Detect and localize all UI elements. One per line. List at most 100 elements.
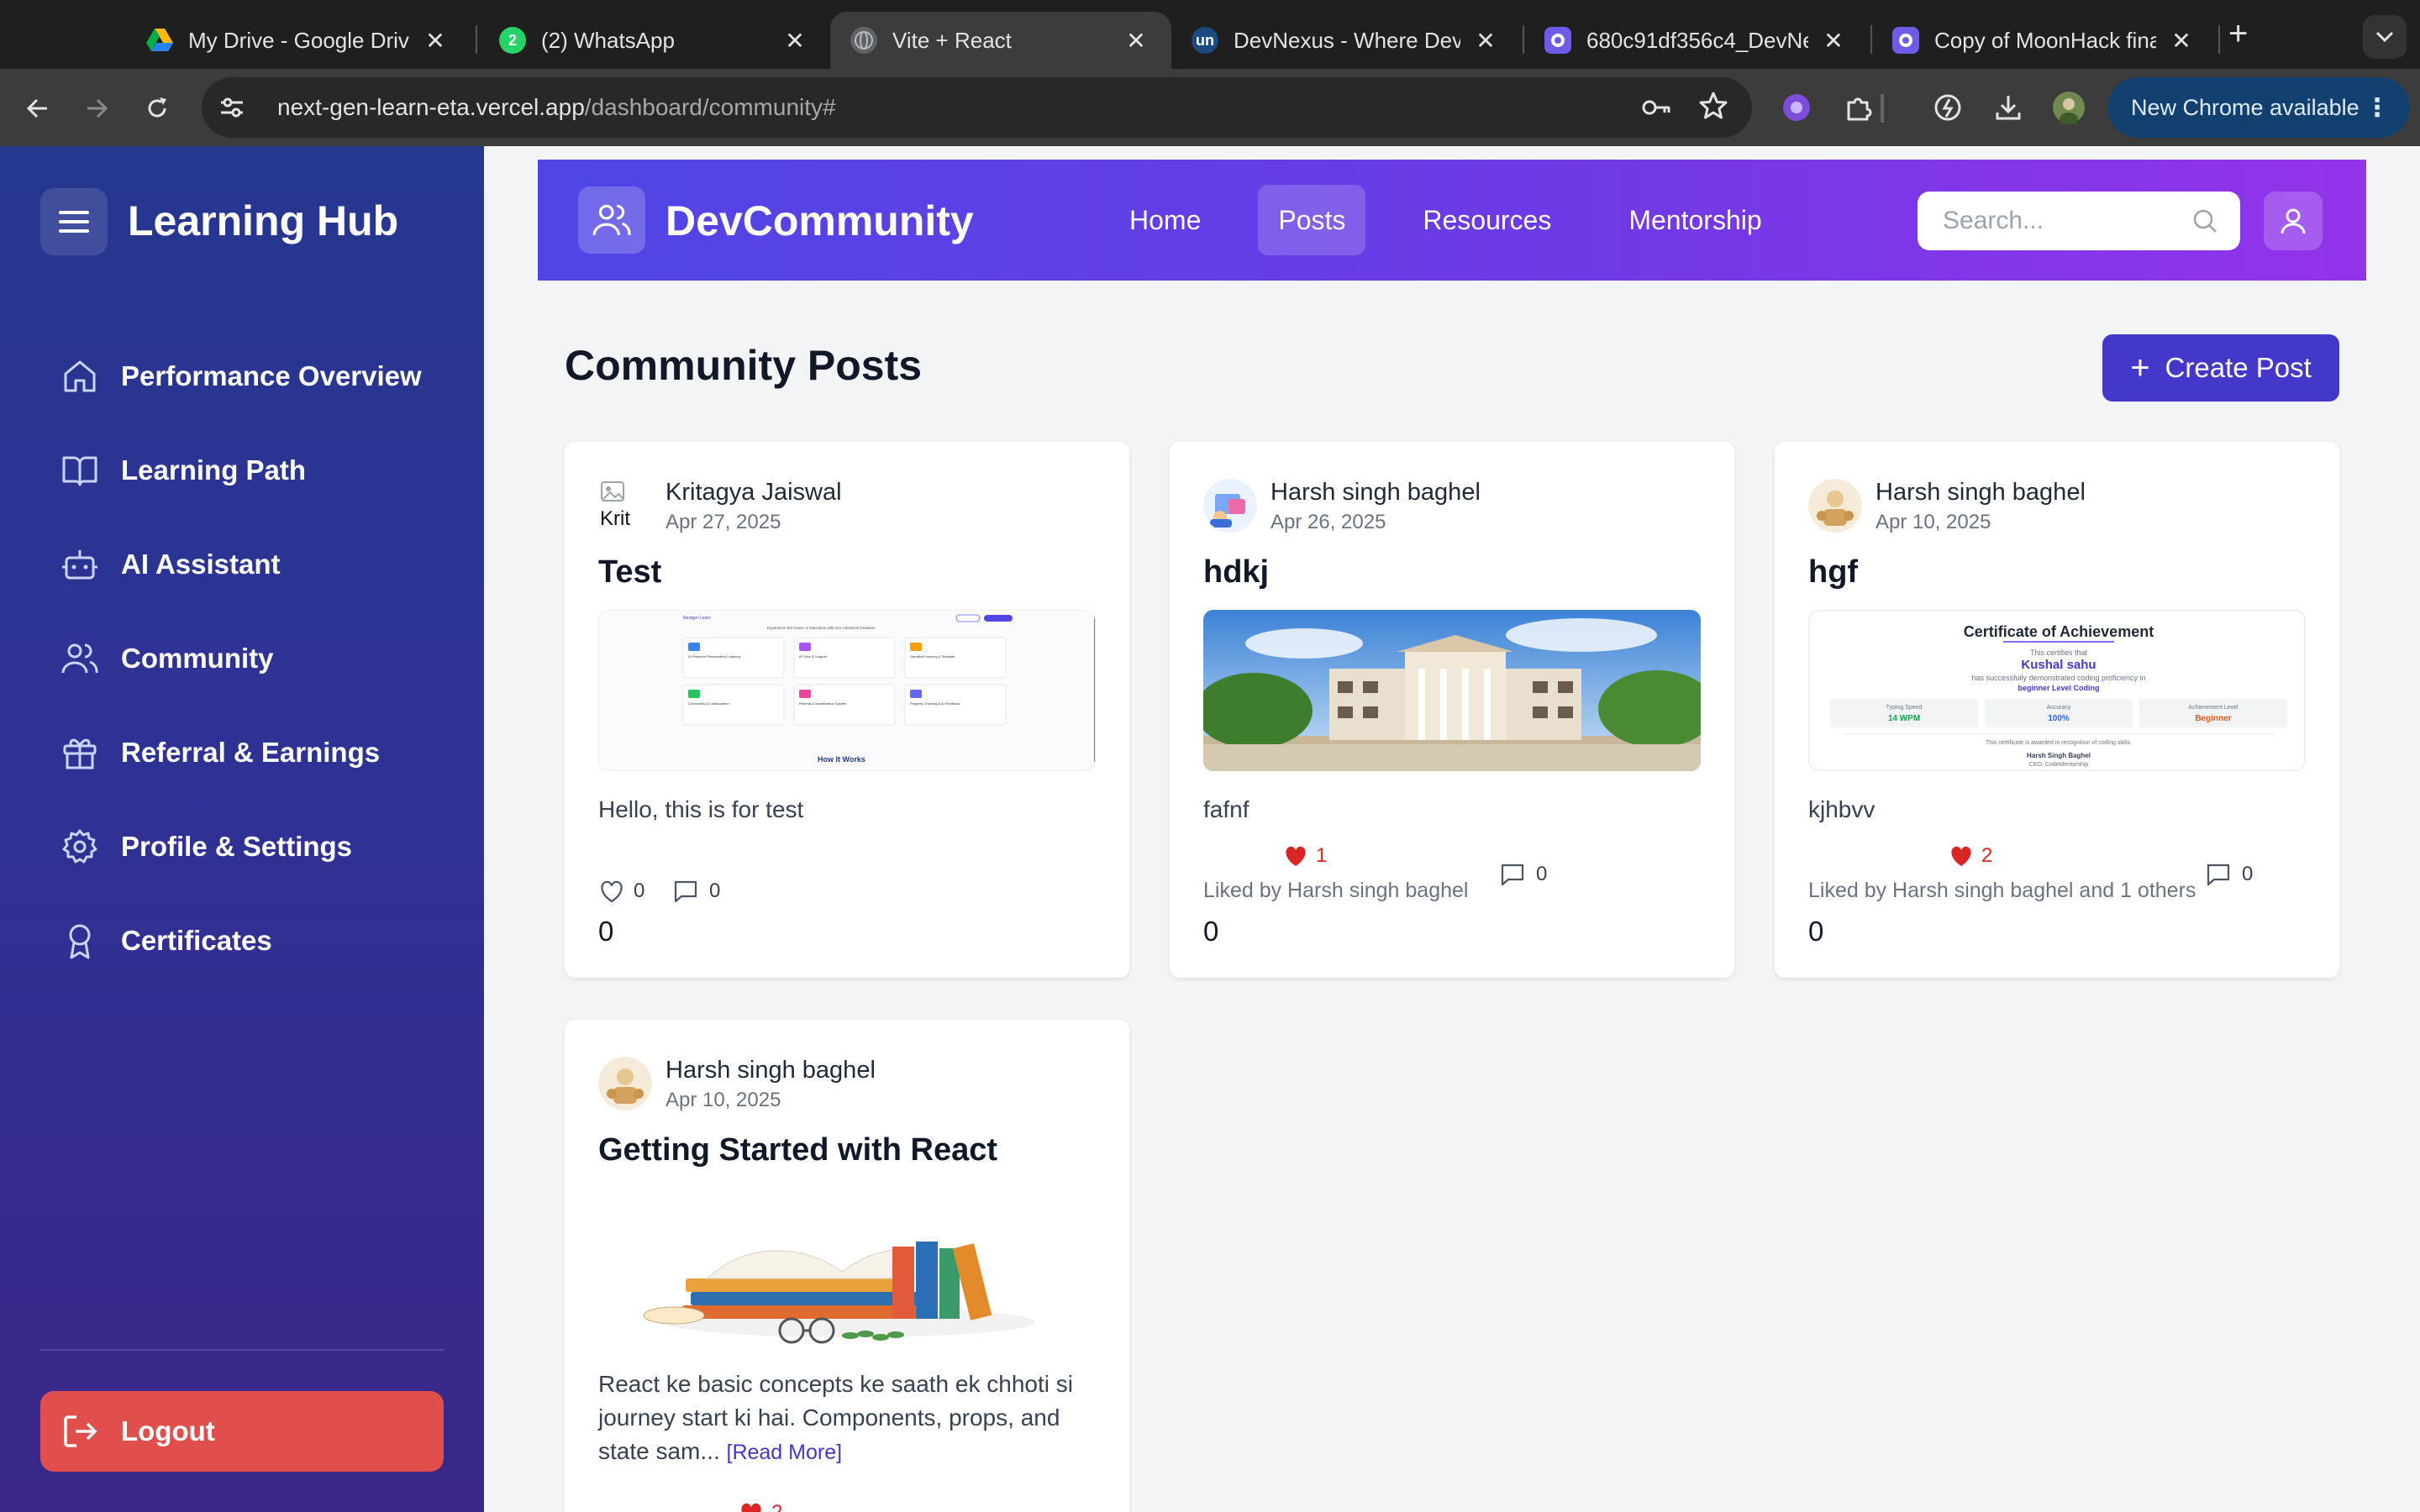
post-date: Apr 10, 2025	[1876, 511, 1991, 533]
certificate-name: Kushal sahu	[2021, 658, 2096, 672]
post-author[interactable]: Harsh singh baghel	[1876, 479, 2086, 507]
like-button-liked[interactable]: 2	[738, 1500, 782, 1512]
sidebar-item-referral-earnings[interactable]: Referral & Earnings	[59, 706, 422, 800]
avatar-broken-image: Krit	[598, 479, 652, 533]
hamburger-menu-icon[interactable]	[40, 188, 108, 255]
browser-tab-strip: My Drive - Google Drive ✕ 2 (2) WhatsApp…	[0, 0, 2420, 69]
post-image-campus-building[interactable]	[1203, 610, 1701, 771]
read-more-link[interactable]: [Read More]	[727, 1441, 843, 1464]
sidebar-item-label: Referral & Earnings	[121, 737, 381, 768]
browser-tab-active[interactable]: Vite + React ✕	[830, 12, 1171, 69]
certificate-signer-role: CEO, CodeMentorship	[2029, 762, 2089, 768]
post-card[interactable]: Krit Kritagya Jaiswal Apr 27, 2025 Test …	[565, 442, 1129, 978]
post-footer-count: 0	[1808, 916, 1824, 947]
new-tab-icon[interactable]: +	[2228, 15, 2248, 53]
post-author[interactable]: Harsh singh baghel	[1270, 479, 1481, 507]
extension-icon[interactable]	[1778, 89, 1815, 126]
forward-arrow-icon[interactable]	[76, 87, 118, 129]
certificate-stat-label: Typing Speed	[1886, 705, 1923, 711]
sidebar-item-certificates[interactable]: Certificates	[59, 894, 422, 988]
post-title[interactable]: Test	[598, 554, 661, 591]
tab-title: DevNexus - Where Deve	[1234, 27, 1460, 53]
close-tab-icon[interactable]: ✕	[420, 27, 450, 55]
sidebar-item-performance-overview[interactable]: Performance Overview	[59, 329, 422, 423]
post-card[interactable]: Harsh singh baghel Apr 26, 2025 hdkj faf…	[1170, 442, 1734, 978]
profile-avatar-icon[interactable]	[2050, 89, 2087, 126]
search-box	[1918, 192, 2240, 250]
nav-link-mentorship[interactable]: Mentorship	[1608, 185, 1781, 255]
certificate-stat-value: Beginner	[2195, 714, 2231, 723]
bookmark-star-icon[interactable]	[1698, 91, 1728, 129]
nav-link-resources[interactable]: Resources	[1402, 185, 1571, 255]
liked-by-text: Liked by Harsh singh baghel	[1203, 879, 1469, 902]
sidebar: Learning Hub Performance Overview Learni…	[0, 146, 484, 1512]
post-image-certificate[interactable]: Certificate of Achievement This certifie…	[1808, 610, 2306, 771]
certificate-line: has successfully demonstrated coding pro…	[1971, 674, 2145, 682]
kebab-menu-icon[interactable]: ⋮	[2365, 93, 2390, 123]
like-button-liked[interactable]: 1	[1282, 843, 1327, 869]
performance-icon[interactable]	[1929, 89, 1966, 126]
download-icon[interactable]	[1990, 89, 2027, 126]
comment-button[interactable]: 0	[2205, 862, 2253, 887]
new-chrome-available-button[interactable]: New Chrome available ⋮	[2107, 77, 2410, 138]
preview-feature: Referral & Monetization System	[799, 701, 847, 706]
certificate-line: This certifies that	[2030, 648, 2088, 657]
comment-button[interactable]: 0	[672, 879, 720, 904]
create-post-button[interactable]: + Create Post	[2102, 334, 2339, 402]
sidebar-item-community[interactable]: Community	[59, 612, 422, 706]
puzzle-extensions-icon[interactable]	[1840, 89, 1877, 126]
sidebar-item-learning-path[interactable]: Learning Path	[59, 423, 422, 517]
nav-link-home[interactable]: Home	[1109, 185, 1221, 255]
post-footer-count: 0	[598, 916, 614, 947]
search-icon[interactable]	[2191, 207, 2218, 241]
close-tab-icon[interactable]: ✕	[1121, 27, 1151, 55]
bot-icon	[59, 543, 101, 585]
post-title[interactable]: Getting Started with React	[598, 1132, 997, 1168]
post-body: React ke basic concepts ke saath ek chho…	[598, 1371, 1073, 1464]
post-card[interactable]: Harsh singh baghel Apr 10, 2025 Getting …	[565, 1020, 1129, 1512]
browser-tab[interactable]: 2 (2) WhatsApp ✕	[479, 12, 830, 69]
post-title[interactable]: hdkj	[1203, 554, 1269, 591]
comment-button[interactable]: 0	[1499, 862, 1547, 887]
site-settings-icon[interactable]	[215, 91, 249, 124]
browser-tab[interactable]: Copy of MoonHack final ✕	[1872, 12, 2217, 69]
heart-filled-icon	[1951, 846, 1971, 866]
nav-link-posts[interactable]: Posts	[1258, 185, 1366, 255]
close-tab-icon[interactable]: ✕	[1470, 27, 1501, 55]
tab-title: Copy of MoonHack final	[1934, 27, 2156, 53]
browser-tab[interactable]: 680c91df356c4_DevNe ✕	[1524, 12, 1869, 69]
address-bar[interactable]: next-gen-learn-eta.vercel.app/dashboard/…	[202, 77, 1752, 138]
post-title[interactable]: hgf	[1808, 554, 1858, 591]
home-icon	[59, 355, 101, 397]
preview-feature: Gamified Learning & Rewards	[910, 654, 955, 659]
sidebar-item-profile-settings[interactable]: Profile & Settings	[59, 800, 422, 894]
reload-icon[interactable]	[136, 87, 178, 129]
award-icon	[59, 920, 101, 962]
password-key-icon[interactable]	[1639, 91, 1673, 129]
sidebar-item-ai-assistant[interactable]: AI Assistant	[59, 517, 422, 612]
user-profile-icon[interactable]	[2264, 192, 2323, 250]
search-input[interactable]	[1943, 207, 2178, 235]
sidebar-item-label: AI Assistant	[121, 549, 281, 580]
logout-button[interactable]: Logout	[40, 1391, 444, 1472]
post-image-website-screenshot[interactable]: Nextgen Learn Experience the Future of E…	[598, 610, 1096, 771]
close-tab-icon[interactable]: ✕	[1818, 27, 1849, 55]
comment-icon	[674, 880, 697, 903]
close-tab-icon[interactable]: ✕	[2166, 27, 2196, 55]
google-drive-icon	[146, 27, 173, 54]
browser-tab[interactable]: un DevNexus - Where Deve ✕	[1171, 12, 1521, 69]
certificate-stat-label: Accuracy	[2047, 705, 2071, 711]
post-card[interactable]: Harsh singh baghel Apr 10, 2025 hgf Cert…	[1775, 442, 2339, 978]
post-author[interactable]: Harsh singh baghel	[666, 1057, 876, 1084]
close-tab-icon[interactable]: ✕	[780, 27, 810, 55]
like-button-liked[interactable]: 2	[1948, 843, 1992, 869]
certificate-stat-value: 100%	[2048, 714, 2070, 723]
tab-search-chevron-icon[interactable]	[2363, 15, 2407, 59]
back-arrow-icon[interactable]	[17, 87, 59, 129]
post-image-books[interactable]	[598, 1188, 1096, 1352]
post-author[interactable]: Kritagya Jaiswal	[666, 479, 842, 507]
like-button[interactable]: 0	[598, 879, 644, 904]
sidebar-item-label: Community	[121, 643, 274, 674]
certificate-stat-value: 14 WPM	[1888, 714, 1920, 723]
browser-tab[interactable]: My Drive - Google Drive ✕	[126, 12, 471, 69]
